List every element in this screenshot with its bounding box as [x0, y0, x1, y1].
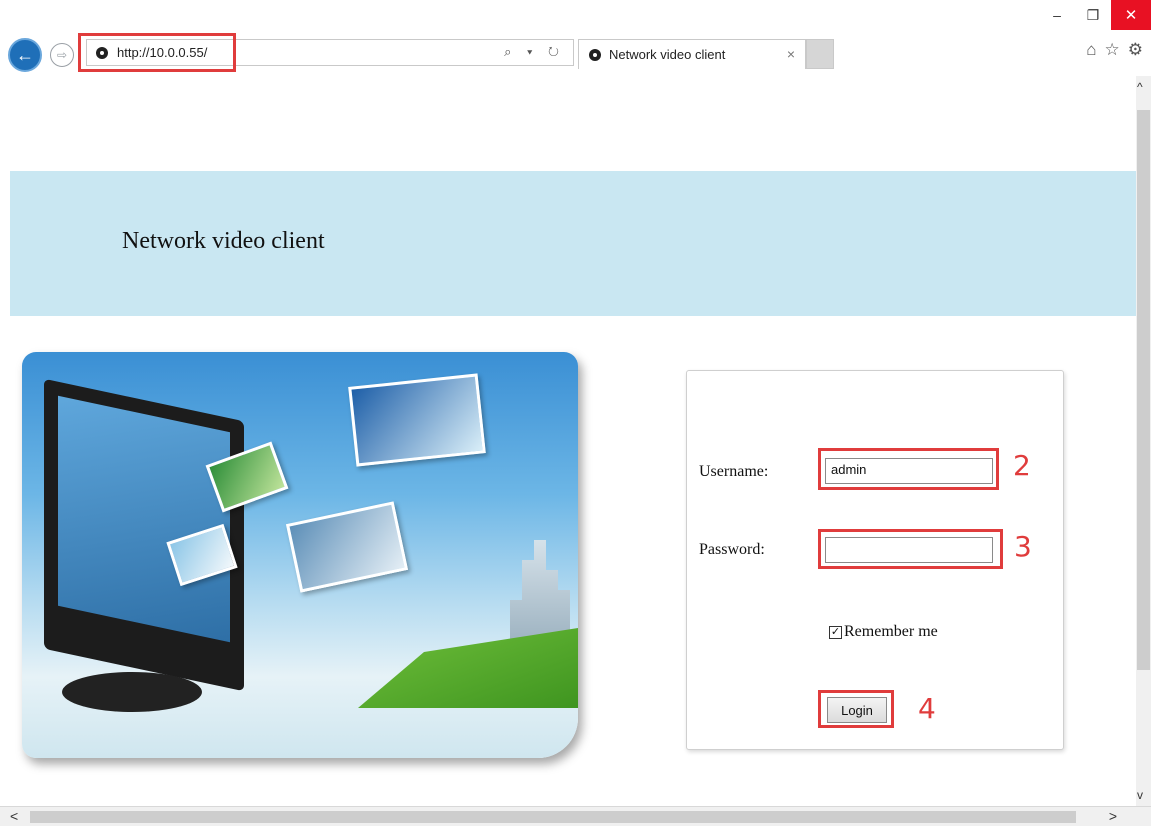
city-skyline-graphic	[510, 540, 570, 640]
tab-title: Network video client	[609, 47, 726, 62]
callout-box-3	[818, 529, 1003, 569]
back-arrow-icon: ←	[16, 44, 34, 65]
toolbar-icons: ⌂ ☆ ⚙	[1086, 40, 1143, 60]
remember-me-checkbox[interactable]: ✓	[829, 625, 842, 639]
forward-button[interactable]: ⇨	[50, 43, 74, 67]
username-label: Username:	[699, 463, 769, 480]
restore-button[interactable]: ❐	[1075, 0, 1111, 30]
vertical-scrollbar[interactable]: ^ v	[1136, 76, 1151, 806]
remember-me-label: Remember me	[844, 623, 938, 640]
horizontal-scrollbar[interactable]: < >	[0, 806, 1151, 826]
forward-arrow-icon: ⇨	[56, 48, 68, 62]
page-content: Network video client Username: admin Pas…	[0, 76, 1136, 806]
scroll-up-icon[interactable]: ^	[1137, 80, 1143, 94]
monitor-stand-graphic	[62, 672, 202, 712]
hero-illustration	[22, 352, 578, 758]
password-label: Password:	[699, 541, 765, 558]
remember-me-option[interactable]: ✓ Remember me	[829, 623, 938, 641]
tab-network-video-client[interactable]: Network video client ×	[578, 39, 806, 69]
floating-photo	[348, 373, 486, 467]
callout-number-4: 4	[918, 692, 936, 725]
callout-box-4	[818, 690, 894, 728]
scroll-right-icon[interactable]: >	[1109, 808, 1117, 824]
callout-number-3: 3	[1014, 530, 1032, 563]
address-tools-icons[interactable]: ⌕ ▾ ↻	[504, 44, 565, 60]
home-icon[interactable]: ⌂	[1086, 40, 1096, 60]
back-button[interactable]: ←	[8, 38, 42, 72]
floating-photo	[285, 501, 409, 593]
minimize-button[interactable]: –	[1039, 0, 1075, 30]
callout-box-2	[818, 448, 999, 490]
grass-hill-graphic	[358, 628, 578, 708]
monitor-screen-graphic	[58, 395, 230, 643]
vertical-scroll-thumb[interactable]	[1137, 110, 1150, 670]
new-tab-button[interactable]	[806, 39, 834, 69]
header-band: Network video client	[10, 171, 1136, 316]
close-window-button[interactable]: ✕	[1111, 0, 1151, 30]
tab-site-icon	[589, 49, 601, 61]
settings-gear-icon[interactable]: ⚙	[1128, 40, 1143, 60]
scroll-down-icon[interactable]: v	[1137, 788, 1143, 802]
callout-number-2: 2	[1013, 449, 1031, 482]
page-title: Network video client	[122, 228, 325, 254]
scroll-left-icon[interactable]: <	[10, 808, 18, 824]
horizontal-scroll-thumb[interactable]	[30, 811, 1076, 823]
tab-close-icon[interactable]: ×	[787, 46, 795, 62]
favorites-icon[interactable]: ☆	[1105, 40, 1120, 60]
callout-box-1	[78, 33, 236, 72]
window-controls: – ❐ ✕	[1039, 0, 1151, 30]
